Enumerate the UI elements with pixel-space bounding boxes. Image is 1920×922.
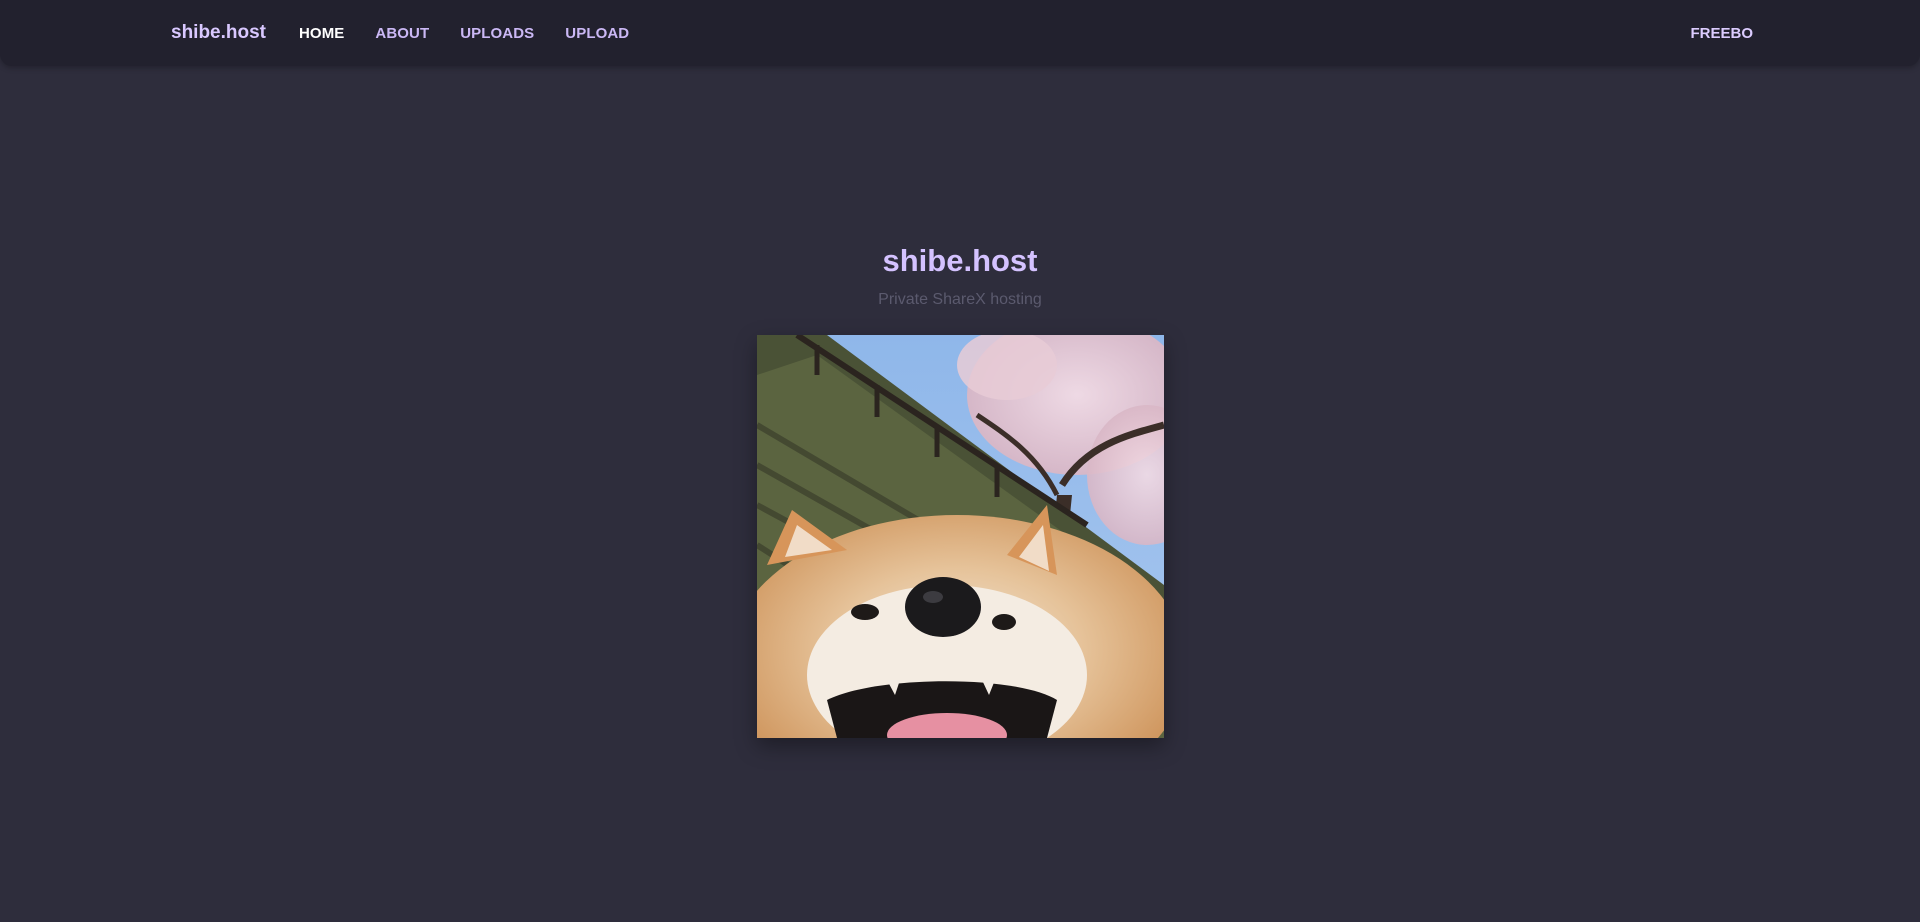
nav-link-home[interactable]: HOME	[299, 25, 344, 42]
hero-subtitle: Private ShareX hosting	[878, 291, 1042, 308]
nav-link-upload[interactable]: UPLOAD	[565, 25, 629, 42]
brand-logo-link[interactable]: shibe.host	[171, 22, 266, 44]
user-menu-link[interactable]: FREEBO	[1690, 25, 1753, 42]
shiba-dog-image	[757, 335, 1164, 738]
top-navbar: shibe.host HOME ABOUT UPLOADS UPLOAD FRE…	[0, 0, 1920, 66]
nav-links: HOME ABOUT UPLOADS UPLOAD	[299, 25, 660, 42]
nav-link-uploads[interactable]: UPLOADS	[460, 25, 534, 42]
hero-title: shibe.host	[882, 243, 1038, 278]
nav-link-about[interactable]: ABOUT	[375, 25, 429, 42]
